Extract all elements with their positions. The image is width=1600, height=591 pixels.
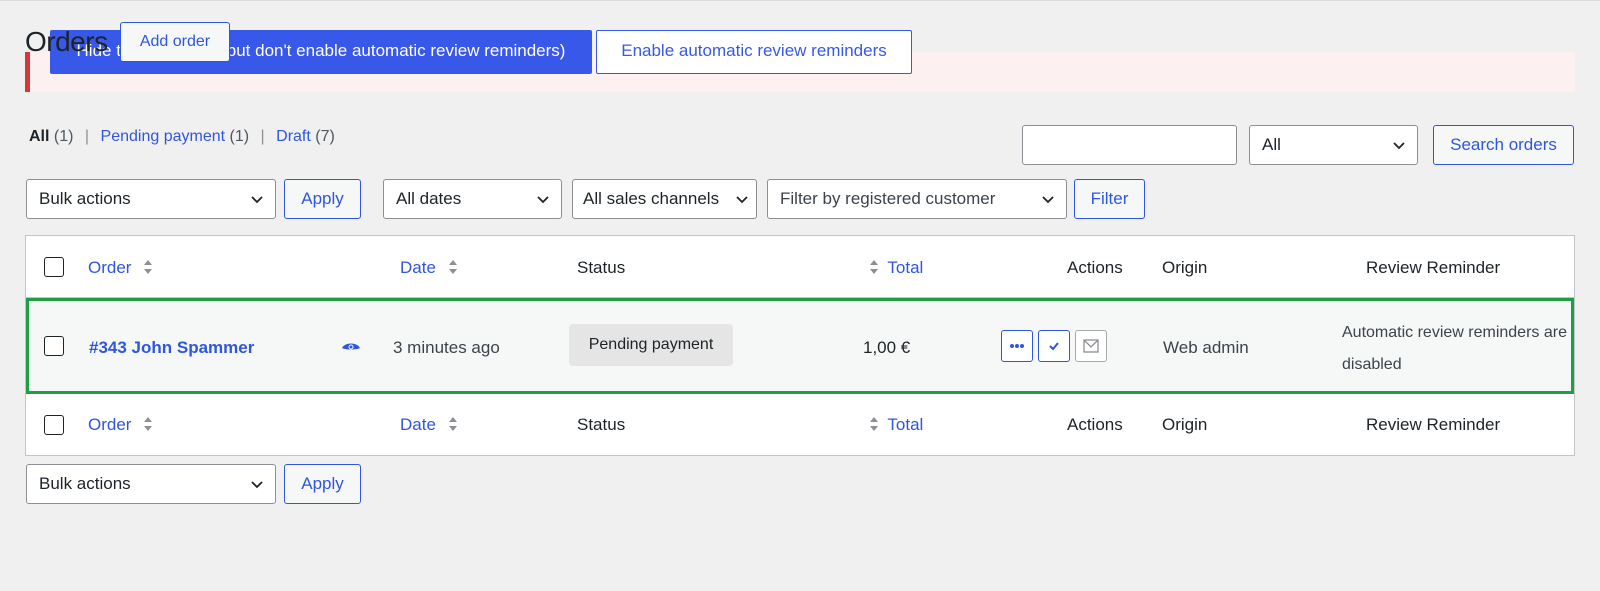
view-draft-link[interactable]: Draft <box>276 128 311 145</box>
bulk-actions-value: Bulk actions <box>39 474 131 493</box>
column-order-label: Order <box>88 415 132 434</box>
view-pending-count: (1) <box>229 128 250 145</box>
column-date[interactable]: Date <box>400 258 458 278</box>
select-all-checkbox[interactable] <box>44 257 64 277</box>
order-date: 3 minutes ago <box>393 338 500 357</box>
sort-arrows-icon <box>870 416 878 431</box>
search-input[interactable] <box>1022 125 1237 165</box>
complete-button[interactable] <box>1038 330 1070 362</box>
chevron-down-icon <box>251 196 263 204</box>
column-order[interactable]: Order <box>88 415 153 435</box>
column-actions: Actions <box>1067 415 1123 434</box>
column-order[interactable]: Order <box>88 258 153 278</box>
apply-button-bottom[interactable]: Apply <box>284 464 361 504</box>
column-date-label: Date <box>400 415 436 434</box>
more-actions-button[interactable] <box>1001 330 1033 362</box>
sales-channels-value: All sales channels <box>583 189 720 208</box>
order-origin: Web admin <box>1163 338 1249 357</box>
order-status-views: All (1) | Pending payment (1) | Draft (7… <box>29 128 335 146</box>
envelope-icon <box>1083 339 1099 353</box>
view-separator: | <box>260 128 265 145</box>
column-date[interactable]: Date <box>400 415 458 435</box>
chevron-down-icon <box>736 196 748 204</box>
add-order-button[interactable]: Add order <box>120 22 230 62</box>
table-row[interactable]: #343 John Spammer 3 minutes ago Pending … <box>26 298 1574 394</box>
column-total[interactable]: Total <box>869 415 923 435</box>
column-review-reminder: Review Reminder <box>1366 415 1501 434</box>
column-actions: Actions <box>1067 258 1123 277</box>
view-pending-link[interactable]: Pending payment <box>101 128 226 145</box>
sort-arrows-icon <box>870 259 878 274</box>
chevron-down-icon <box>251 481 263 489</box>
apply-button[interactable]: Apply <box>284 179 361 219</box>
column-status: Status <box>577 415 626 434</box>
enable-reminders-button[interactable]: Enable automatic review reminders <box>596 30 912 74</box>
bulk-actions-select[interactable]: Bulk actions <box>26 179 276 219</box>
column-origin: Origin <box>1162 415 1208 434</box>
bulk-actions-value: Bulk actions <box>39 189 131 208</box>
chevron-down-icon <box>537 196 549 204</box>
review-reminder-status: Automatic review reminders are disabled <box>1342 324 1567 373</box>
search-orders-button[interactable]: Search orders <box>1433 125 1574 165</box>
view-all-link[interactable]: All <box>29 128 49 145</box>
status-badge: Pending payment <box>569 324 733 366</box>
sort-arrows-icon <box>448 259 457 274</box>
select-all-checkbox[interactable] <box>44 415 64 435</box>
dates-value: All dates <box>396 189 462 208</box>
order-link[interactable]: #343 John Spammer <box>89 338 254 358</box>
chevron-down-icon <box>1042 196 1054 204</box>
orders-table: Order Date Status Total Actions Origin R… <box>25 235 1575 456</box>
column-order-label: Order <box>88 258 132 277</box>
column-date-label: Date <box>400 258 436 277</box>
customer-filter-value: Filter by registered customer <box>780 189 996 208</box>
filter-button[interactable]: Filter <box>1074 179 1145 219</box>
sort-arrows-icon <box>144 416 153 431</box>
row-checkbox[interactable] <box>44 336 64 356</box>
chevron-down-icon <box>1393 142 1405 150</box>
column-total-label: Total <box>887 258 924 277</box>
column-total-label: Total <box>887 415 924 434</box>
page-title: Orders <box>25 26 108 57</box>
view-separator: | <box>84 128 90 145</box>
dates-select[interactable]: All dates <box>383 179 562 219</box>
order-total: 1,00 € <box>863 338 911 357</box>
search-status-select[interactable]: All <box>1249 125 1418 165</box>
email-button[interactable] <box>1075 330 1107 362</box>
ellipsis-icon <box>1010 344 1024 348</box>
eye-icon[interactable] <box>341 341 361 355</box>
bulk-actions-select-bottom[interactable]: Bulk actions <box>26 464 276 504</box>
top-divider <box>0 0 1600 1</box>
view-all-count: (1) <box>53 128 74 145</box>
review-reminder-notice: Hide this message (but don't enable auto… <box>25 30 1575 92</box>
column-origin: Origin <box>1162 258 1208 277</box>
search-status-value: All <box>1262 135 1281 154</box>
column-review-reminder: Review Reminder <box>1366 258 1501 277</box>
column-total[interactable]: Total <box>869 258 923 278</box>
customer-filter-select[interactable]: Filter by registered customer <box>767 179 1067 219</box>
column-status: Status <box>577 258 626 277</box>
view-draft-count: (7) <box>315 128 335 145</box>
sort-arrows-icon <box>144 259 153 274</box>
check-icon <box>1049 342 1059 351</box>
sort-arrows-icon <box>448 416 457 431</box>
sales-channels-select[interactable]: All sales channels <box>572 179 757 219</box>
